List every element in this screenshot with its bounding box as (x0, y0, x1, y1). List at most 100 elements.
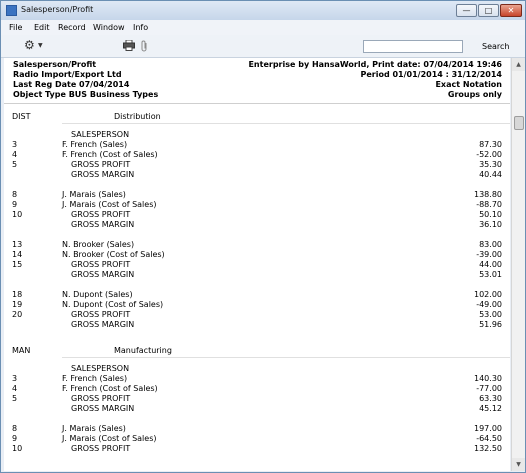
report-line-row: 14 N. Brooker (Cost of Sales) -39.00 (4, 250, 510, 260)
section-row: MAN Manufacturing (4, 346, 510, 356)
menu-bar: File Edit Record Window Info (1, 20, 525, 35)
minimize-button[interactable]: — (456, 4, 477, 17)
row-value: 45.12 (479, 404, 502, 413)
report-line-row: 19 N. Dupont (Cost of Sales) -49.00 (4, 300, 510, 310)
row-code: 9 (12, 200, 18, 209)
row-value: 102.00 (474, 290, 502, 299)
row-label: GROSS PROFIT (71, 260, 131, 269)
row-value: 51.96 (479, 320, 502, 329)
section-code: MAN (12, 346, 31, 355)
printer-icon[interactable] (123, 40, 135, 51)
chevron-down-icon[interactable]: ▼ (38, 42, 43, 49)
scroll-down-icon[interactable]: ▼ (512, 458, 525, 471)
title-bar[interactable]: Salesperson/Profit — □ ✕ (1, 1, 525, 20)
row-value: 132.50 (474, 444, 502, 453)
row-code: 20 (12, 310, 23, 319)
report-line-row: 4 F. French (Cost of Sales) -77.00 (4, 384, 510, 394)
maximize-button[interactable]: □ (478, 4, 499, 17)
group-heading: SALESPERSON (71, 364, 130, 373)
close-button[interactable]: ✕ (500, 4, 522, 17)
subtotal-row: 10 GROSS PROFIT 132.50 (4, 444, 510, 454)
section-code: DIST (12, 112, 31, 121)
row-value: 197.00 (474, 424, 502, 433)
search-input[interactable] (363, 40, 463, 53)
report-line-row: 4 F. French (Cost of Sales) -52.00 (4, 150, 510, 160)
row-value: -64.50 (476, 434, 502, 443)
row-value: 44.00 (479, 260, 502, 269)
row-label: N. Brooker (Cost of Sales) (62, 250, 165, 259)
row-label: N. Dupont (Sales) (62, 290, 133, 299)
row-label: J. Marais (Sales) (62, 424, 126, 433)
row-label: GROSS MARGIN (71, 320, 135, 329)
row-code: 4 (12, 384, 18, 393)
row-label: GROSS PROFIT (71, 210, 131, 219)
menu-window[interactable]: Window (93, 23, 125, 32)
row-value: -49.00 (476, 300, 502, 309)
menu-file[interactable]: File (9, 23, 22, 32)
subtotal-row: 10 GROSS PROFIT 50.10 (4, 210, 510, 220)
subtotal-row: GROSS MARGIN 45.12 (4, 404, 510, 414)
row-value: 35.30 (479, 160, 502, 169)
report-line-row: 9 J. Marais (Cost of Sales) -64.50 (4, 434, 510, 444)
report-line-row: 18 N. Dupont (Sales) 102.00 (4, 290, 510, 300)
subtotal-row: 5 GROSS PROFIT 63.30 (4, 394, 510, 404)
row-code: 4 (12, 150, 18, 159)
row-label: F. French (Cost of Sales) (62, 384, 158, 393)
row-value: 83.00 (479, 240, 502, 249)
section-divider (62, 357, 510, 358)
print-info: Enterprise by HansaWorld, Print date: 07… (248, 60, 502, 69)
row-value: -77.00 (476, 384, 502, 393)
row-value: 87.30 (479, 140, 502, 149)
row-label: N. Brooker (Sales) (62, 240, 135, 249)
window-title: Salesperson/Profit (21, 5, 94, 14)
subtotal-row: 5 GROSS PROFIT 35.30 (4, 160, 510, 170)
gear-icon[interactable]: ⚙ (24, 39, 35, 51)
row-label: GROSS PROFIT (71, 310, 131, 319)
menu-info[interactable]: Info (133, 23, 148, 32)
row-label: GROSS MARGIN (71, 404, 135, 413)
report-window: Salesperson/Profit — □ ✕ File Edit Recor… (0, 0, 526, 473)
report-title: Salesperson/Profit (13, 60, 97, 69)
header-divider (4, 103, 510, 104)
vertical-scrollbar[interactable]: ▲ ▼ (511, 58, 525, 471)
row-code: 10 (12, 444, 23, 453)
row-value: 63.30 (479, 394, 502, 403)
row-label: GROSS PROFIT (71, 160, 131, 169)
row-code: 8 (12, 424, 18, 433)
row-code: 5 (12, 394, 18, 403)
last-reg-date: Last Reg Date 07/04/2014 (13, 80, 130, 89)
subtotal-row: 20 GROSS PROFIT 53.00 (4, 310, 510, 320)
row-code: 5 (12, 160, 18, 169)
report-line-row: 9 J. Marais (Cost of Sales) -88.70 (4, 200, 510, 210)
search-label[interactable]: Search (482, 42, 509, 51)
row-value: 53.01 (479, 270, 502, 279)
row-value: 140.30 (474, 374, 502, 383)
subtotal-row: 15 GROSS PROFIT 44.00 (4, 260, 510, 270)
report-content: Salesperson/Profit Radio Import/Export L… (4, 58, 510, 471)
row-code: 15 (12, 260, 23, 269)
row-value: 36.10 (479, 220, 502, 229)
section-label: Manufacturing (114, 346, 172, 355)
menu-edit[interactable]: Edit (34, 23, 50, 32)
row-label: GROSS PROFIT (71, 444, 131, 453)
row-label: F. French (Sales) (62, 374, 128, 383)
toolbar: ⚙ ▼ Search (1, 35, 525, 58)
menu-record[interactable]: Record (58, 23, 86, 32)
row-value: 50.10 (479, 210, 502, 219)
group-heading-row: SALESPERSON (4, 364, 510, 374)
scroll-up-icon[interactable]: ▲ (512, 58, 525, 71)
scroll-thumb[interactable] (514, 116, 524, 130)
report-line-row: 3 F. French (Sales) 140.30 (4, 374, 510, 384)
row-code: 9 (12, 434, 18, 443)
notation: Exact Notation (435, 80, 502, 89)
paperclip-icon[interactable] (140, 40, 149, 52)
object-type: Object Type BUS Business Types (13, 90, 159, 99)
section-divider (62, 123, 510, 124)
subtotal-row: GROSS MARGIN 40.44 (4, 170, 510, 180)
row-value: 138.80 (474, 190, 502, 199)
company-name: Radio Import/Export Ltd (13, 70, 122, 79)
row-label: J. Marais (Sales) (62, 190, 126, 199)
report-header: Salesperson/Profit Radio Import/Export L… (4, 58, 510, 101)
row-label: F. French (Cost of Sales) (62, 150, 158, 159)
subtotal-row: GROSS MARGIN 51.96 (4, 320, 510, 330)
